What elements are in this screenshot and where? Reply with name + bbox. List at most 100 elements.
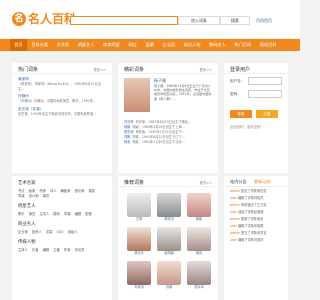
category-title[interactable]: 艺术名家 [18, 180, 106, 186]
password-input[interactable] [248, 90, 282, 98]
hot-more-link[interactable]: 更多>> [94, 67, 106, 72]
photo-caption[interactable]: 王菲 [126, 217, 152, 221]
person-photo[interactable] [187, 193, 211, 217]
category-tag[interactable]: 投资人 [32, 230, 42, 234]
photo-card[interactable]: 刘诗诗 [126, 261, 152, 289]
nav-item-5[interactable]: 网红 [124, 39, 141, 51]
person-photo[interactable] [187, 227, 211, 251]
notice-item[interactable]: admin 更新了词条吴京 [230, 217, 282, 222]
photo-card[interactable]: 赵丽颖 [156, 227, 182, 255]
category-tag[interactable]: 评论员 [75, 248, 85, 252]
search-button[interactable]: 进入词条 [178, 16, 220, 25]
notice-item[interactable]: user 创建了词条赵丽颖 [230, 210, 282, 215]
category-tag[interactable]: 编辑 [43, 248, 50, 252]
nav-item-9[interactable]: 数码名人 [205, 39, 230, 51]
nav-item-4[interactable]: 体育明星 [99, 39, 124, 51]
nav-item-6[interactable]: 富豪 [141, 39, 158, 51]
nav-item-8[interactable]: 政治人物 [179, 39, 204, 51]
category-tag[interactable]: 歌手 [18, 212, 25, 216]
category-tag[interactable]: 演员 [43, 194, 50, 198]
search-button-2[interactable]: 搜索 [220, 16, 250, 25]
person-photo[interactable] [157, 193, 181, 217]
photo-card[interactable]: 周迅 [186, 227, 212, 255]
category-tag[interactable]: 导演 [64, 212, 71, 216]
notice-user: admin [230, 217, 240, 221]
tab-updates[interactable]: 最新动态 [254, 179, 271, 185]
nav-item-2[interactable]: 艺术家 [52, 39, 73, 51]
photo-caption[interactable]: 周迅 [186, 251, 212, 255]
category-tag[interactable]: 富豪 [46, 230, 53, 234]
featured-more-link[interactable]: 更多>> [200, 67, 212, 72]
category-tag[interactable]: 作家 [39, 189, 46, 193]
photo-caption[interactable]: 杨幂 [186, 217, 212, 221]
photo-card[interactable]: 王菲 [126, 193, 152, 221]
nav-item-7[interactable]: 企业家 [158, 39, 179, 51]
category-tag[interactable]: 主播 [53, 248, 60, 252]
category-tag[interactable]: 书法 [18, 189, 25, 193]
tab-notice[interactable]: 站内公告 [230, 179, 247, 185]
photo-caption[interactable]: 孙俪 [156, 285, 182, 289]
category-tag[interactable]: 演员 [29, 212, 36, 216]
person-photo[interactable] [157, 261, 181, 285]
category-tag[interactable]: 诗人 [50, 189, 57, 193]
nav-item-11[interactable]: 随机百科 [255, 39, 280, 51]
nav-item-1[interactable]: 百科分类 [27, 39, 52, 51]
category-tag[interactable]: 创始人 [68, 230, 78, 234]
register-button[interactable]: 注册 [256, 110, 278, 118]
nav-item-0[interactable]: 首页 [10, 39, 27, 51]
category-title[interactable]: 商业名人 [18, 221, 106, 227]
nav-item-3[interactable]: 明星艺人 [74, 39, 99, 51]
nav-item-10[interactable]: 热门百科 [230, 39, 255, 51]
notice-item[interactable]: user 编辑了词条刘德华 [230, 238, 282, 243]
category-tag[interactable]: 主持人 [18, 248, 28, 252]
photo-card[interactable]: 陈奕迅 [156, 193, 182, 221]
featured-photo[interactable] [124, 78, 150, 112]
logo[interactable]: 名 名人百科 [12, 12, 76, 26]
category-tag[interactable]: CEO [57, 230, 64, 234]
photos-more-link[interactable]: 更多>> [200, 180, 212, 185]
photo-caption[interactable]: 范冰冰 [186, 285, 212, 289]
photo-card[interactable]: 林志玲 [126, 227, 152, 255]
person-photo[interactable] [157, 227, 181, 251]
photo-card[interactable]: 范冰冰 [186, 261, 212, 289]
notice-item[interactable]: admin 审核通过了王力宏 [230, 203, 282, 208]
category-tag[interactable]: 企业家 [18, 230, 28, 234]
photo-card[interactable]: 孙俪 [156, 261, 182, 289]
category-title[interactable]: 传媒人物 [18, 239, 106, 245]
photo-caption[interactable]: 陈奕迅 [156, 217, 182, 221]
category-tag[interactable]: 编剧 [75, 212, 82, 216]
person-photo[interactable] [127, 227, 151, 251]
person-photo[interactable] [127, 261, 151, 285]
category-tag[interactable]: 模特 [53, 212, 60, 216]
username-input[interactable] [248, 77, 282, 85]
header-link[interactable]: 百科首页 [256, 18, 272, 24]
search-input[interactable] [70, 16, 178, 25]
person-photo[interactable] [127, 193, 151, 217]
category-title[interactable]: 明星艺人 [18, 203, 106, 209]
category-tag[interactable]: 主持人 [39, 212, 49, 216]
login-button[interactable]: 登录 [230, 110, 252, 118]
photo-card[interactable]: 杨幂 [186, 193, 212, 221]
category-tag[interactable]: 画家 [29, 189, 36, 193]
category-tag[interactable]: 音乐家 [75, 189, 85, 193]
news-name[interactable]: 杨紫 [124, 140, 130, 145]
hot-item-desc: 张艺谋，1950年出生于陕西省西安市，中国内地导演... [18, 111, 97, 116]
featured-panel-header: 精彩词条 更多>> [118, 63, 218, 74]
notice-item[interactable]: user 编辑了词条邓紫棋 [230, 224, 282, 229]
category-tag[interactable]: 摄影 [89, 189, 96, 193]
photo-caption[interactable]: 刘诗诗 [126, 285, 152, 289]
login-help[interactable]: 忘记密码？ 如何注册？ [230, 125, 284, 130]
notice-item[interactable]: user 编辑了词条林俊杰 [230, 196, 282, 201]
notice-item[interactable]: admin 提交了词条周杰伦 [230, 189, 282, 194]
photo-caption[interactable]: 林志玲 [126, 251, 152, 255]
category-tag[interactable]: 作家 [64, 248, 71, 252]
category-tag[interactable]: 记者 [32, 248, 39, 252]
category-tag[interactable]: 导演 [18, 194, 25, 198]
category-tag[interactable]: 设计师 [29, 194, 39, 198]
notice-item[interactable]: admin 提交了词条张学友 [230, 231, 282, 236]
photo-caption[interactable]: 赵丽颖 [156, 251, 182, 255]
category-tag[interactable]: 舞蹈家 [61, 189, 71, 193]
notice-text: 审核通过了王力宏 [241, 203, 267, 207]
person-photo[interactable] [187, 261, 211, 285]
category-tag[interactable]: 配音 [85, 212, 92, 216]
